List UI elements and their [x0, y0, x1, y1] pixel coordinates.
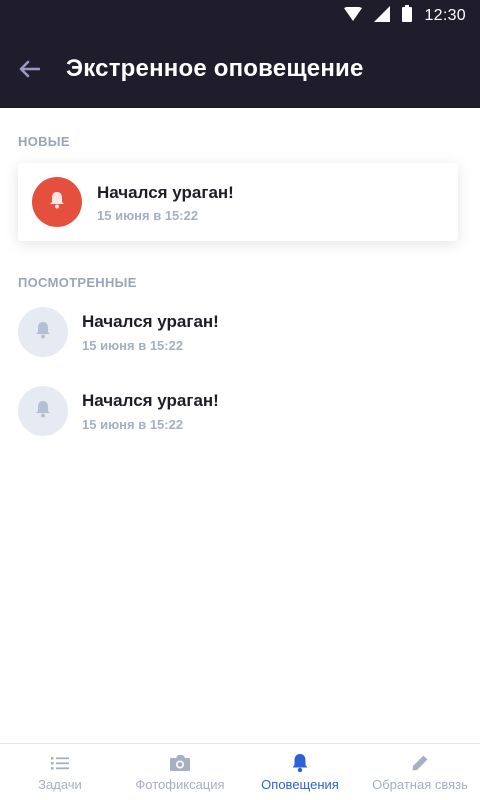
nav-label-tasks: Задачи	[38, 777, 82, 792]
nav-label-alerts: Оповещения	[261, 777, 339, 792]
pencil-icon	[409, 753, 431, 773]
nav-item-photo[interactable]: Фотофиксация	[120, 744, 240, 800]
alert-avatar	[32, 177, 82, 227]
alert-title: Начался ураган!	[82, 312, 219, 331]
nav-label-photo: Фотофиксация	[135, 777, 225, 792]
bottom-nav: Задачи Фотофиксация Оповещения Обратная …	[0, 743, 480, 800]
bell-icon	[33, 320, 53, 345]
bell-icon	[289, 753, 311, 773]
arrow-left-icon	[18, 60, 41, 83]
back-button[interactable]	[12, 54, 46, 88]
section-label-new: НОВЫЕ	[18, 134, 70, 149]
nav-label-feedback: Обратная связь	[372, 777, 468, 792]
status-bar: 12:30	[0, 0, 480, 32]
signal-icon	[374, 5, 391, 27]
status-time: 12:30	[424, 7, 466, 24]
list-item[interactable]: Начался ураган! 15 июня в 15:22	[0, 379, 480, 443]
list-icon	[49, 753, 71, 773]
alert-card-new[interactable]: Начался ураган! 15 июня в 15:22	[18, 163, 458, 241]
app-bar: Экстренное оповещение	[0, 32, 480, 108]
nav-item-feedback[interactable]: Обратная связь	[360, 744, 480, 800]
camera-icon	[169, 753, 191, 773]
alert-date: 15 июня в 15:22	[82, 338, 184, 353]
bell-icon	[33, 399, 53, 424]
nav-item-alerts[interactable]: Оповещения	[240, 744, 360, 800]
section-label-seen: ПОСМОТРЕННЫЕ	[18, 275, 137, 290]
nav-item-tasks[interactable]: Задачи	[0, 744, 120, 800]
alert-title: Начался ураган!	[82, 391, 219, 410]
bell-icon	[47, 190, 67, 215]
alert-avatar	[18, 307, 68, 357]
battery-icon	[402, 5, 413, 27]
list-item[interactable]: Начался ураган! 15 июня в 15:22	[0, 300, 480, 364]
alert-date: 15 июня в 15:22	[97, 208, 199, 223]
alert-date: 15 июня в 15:22	[82, 417, 184, 432]
page-title: Экстренное оповещение	[66, 55, 364, 82]
alert-title: Начался ураган!	[97, 183, 234, 202]
alert-avatar	[18, 386, 68, 436]
status-icons: 12:30	[344, 0, 466, 32]
wifi-icon	[344, 5, 363, 26]
